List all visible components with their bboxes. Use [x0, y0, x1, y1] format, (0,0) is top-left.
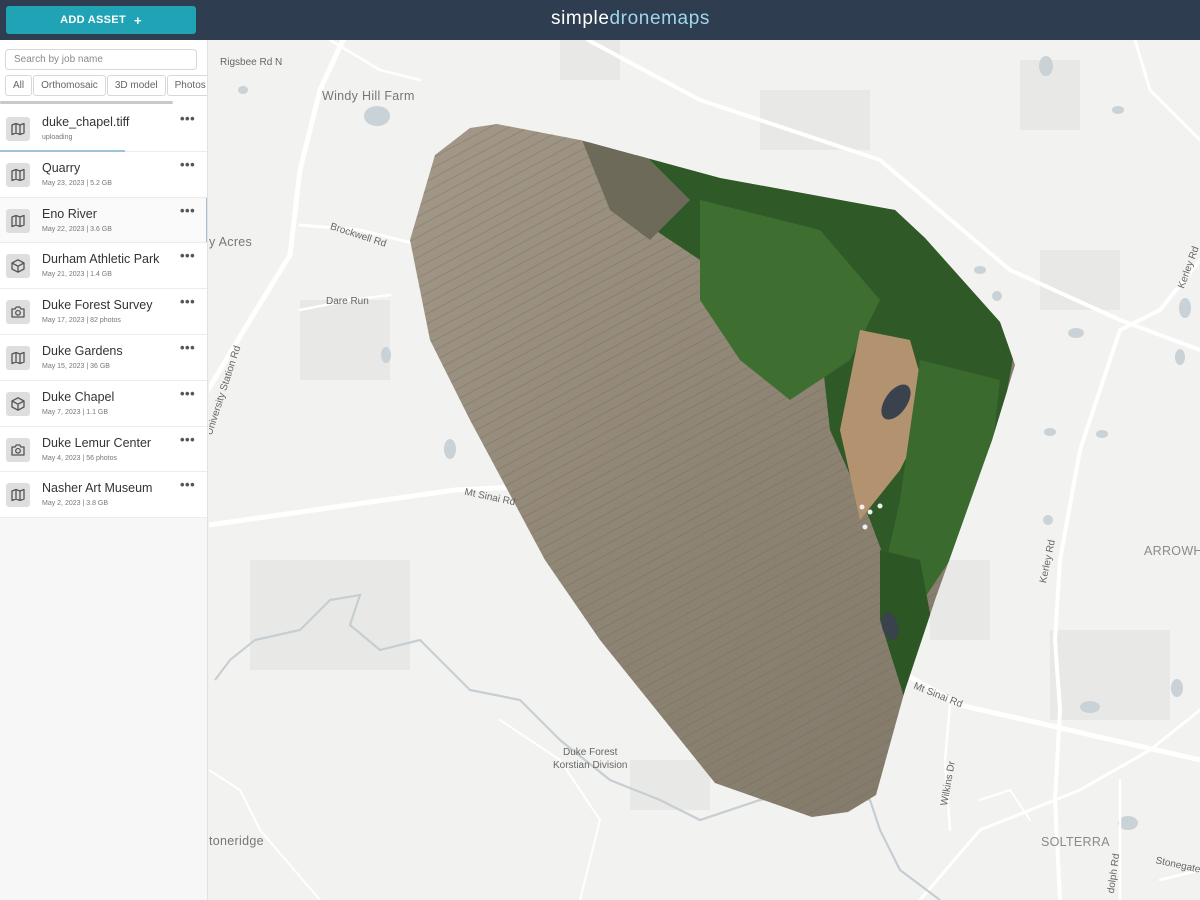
label-dare-run: Dare Run	[326, 296, 369, 307]
label-duke-forest: Duke Forest	[563, 747, 618, 758]
asset-meta: May 7, 2023 | 1.1 GB	[42, 408, 109, 416]
label-solterra: SOLTERRA	[1041, 835, 1110, 849]
list-item[interactable]: Duke Chapel May 7, 2023 | 1.1 GB •••	[0, 380, 207, 427]
orthomosaic-overlay[interactable]	[400, 110, 1040, 830]
filter-photos[interactable]: Photos	[166, 75, 207, 96]
list-item[interactable]: Duke Gardens May 15, 2023 | 36 GB •••	[0, 334, 207, 381]
more-options-icon[interactable]: •••	[180, 203, 195, 218]
more-options-icon[interactable]: •••	[180, 386, 195, 401]
asset-meta: May 17, 2023 | 82 photos	[42, 317, 121, 325]
brand-part-2: dronemaps	[609, 8, 710, 29]
label-windy-hill-farm: Windy Hill Farm	[322, 89, 415, 103]
filter-scrollbar[interactable]	[0, 101, 173, 104]
filter-orthomosaic[interactable]: Orthomosaic	[33, 75, 106, 96]
more-options-icon[interactable]: •••	[180, 111, 195, 126]
asset-name: Quarry	[42, 160, 81, 175]
map-icon	[6, 483, 30, 508]
label-arrowhead: ARROWHE	[1144, 544, 1200, 558]
brand-logo: simpledronemaps	[551, 8, 710, 30]
cube-icon	[6, 391, 30, 416]
river-branch	[214, 639, 256, 681]
label-acres: y Acres	[209, 235, 253, 249]
asset-meta: May 21, 2023 | 1.4 GB	[42, 271, 112, 279]
basemap	[209, 40, 1200, 900]
asset-meta: May 2, 2023 | 3.8 GB	[42, 500, 109, 508]
more-options-icon[interactable]: •••	[180, 248, 195, 263]
map-icon	[6, 117, 30, 141]
list-item[interactable]: Quarry May 23, 2023 | 5.2 GB •••	[0, 151, 207, 198]
list-item[interactable]: Duke Lemur Center May 4, 2023 | 56 photo…	[0, 426, 207, 473]
asset-meta: May 4, 2023 | 56 photos	[42, 454, 117, 462]
filter-tabs: All Orthomosaic 3D model Photos	[5, 75, 207, 97]
asset-name: Duke Chapel	[42, 389, 115, 404]
add-asset-button[interactable]: ADD ASSET +	[6, 6, 196, 34]
more-options-icon[interactable]: •••	[180, 294, 195, 309]
brand-part-1: simple	[551, 8, 610, 29]
top-bar: ADD ASSET + simpledronemaps	[0, 0, 1200, 40]
plus-icon: +	[133, 12, 142, 28]
map-icon	[6, 162, 30, 187]
more-options-icon[interactable]: •••	[180, 432, 195, 447]
camera-icon	[6, 437, 30, 462]
label-stoneridge: toneridge	[209, 834, 264, 848]
label-korstian-division: Korstian Division	[553, 760, 628, 771]
map-icon	[6, 208, 30, 233]
asset-meta: May 23, 2023 | 5.2 GB	[42, 179, 112, 187]
more-options-icon[interactable]: •••	[180, 157, 195, 172]
label-rigsbee-rd: Rigsbee Rd N	[220, 57, 283, 68]
asset-name: duke_chapel.tiff	[42, 115, 130, 129]
list-item[interactable]: Durham Athletic Park May 21, 2023 | 1.4 …	[0, 243, 207, 290]
more-options-icon[interactable]: •••	[180, 340, 195, 355]
cube-icon	[6, 254, 30, 279]
asset-name: Duke Forest Survey	[42, 298, 153, 313]
asset-list: duke_chapel.tiff uploading ••• Quarry Ma…	[0, 106, 207, 519]
filter-3d-model[interactable]: 3D model	[106, 75, 166, 96]
map-canvas[interactable]: Rigsbee Rd N Windy Hill Farm y Acres Bro…	[209, 40, 1200, 900]
asset-name: Duke Gardens	[42, 343, 123, 358]
asset-name: Durham Athletic Park	[42, 252, 160, 267]
list-item[interactable]: Duke Forest Survey May 17, 2023 | 82 pho…	[0, 289, 207, 335]
map-icon	[6, 345, 30, 370]
asset-name: Eno River	[42, 206, 97, 221]
asset-meta: May 15, 2023 | 36 GB	[42, 362, 110, 370]
filter-all[interactable]: All	[5, 75, 33, 96]
search-input[interactable]	[5, 49, 197, 70]
more-options-icon[interactable]: •••	[180, 477, 195, 492]
camera-icon	[6, 300, 30, 325]
asset-name: Duke Lemur Center	[42, 435, 152, 450]
list-item[interactable]: Nasher Art Museum May 2, 2023 | 3.8 GB •…	[0, 472, 207, 519]
asset-meta: uploading	[42, 134, 73, 141]
list-item[interactable]: Eno River May 22, 2023 | 3.6 GB •••	[0, 197, 207, 244]
asset-name: Nasher Art Museum	[42, 481, 153, 496]
list-item[interactable]: duke_chapel.tiff uploading •••	[0, 106, 207, 152]
add-asset-label: ADD ASSET	[60, 14, 126, 26]
sidebar-empty-area	[0, 518, 207, 900]
asset-sidebar: AllOrthomosaic3D modelPhotos duke_chapel…	[0, 40, 208, 900]
asset-meta: May 22, 2023 | 3.6 GB	[42, 225, 112, 233]
